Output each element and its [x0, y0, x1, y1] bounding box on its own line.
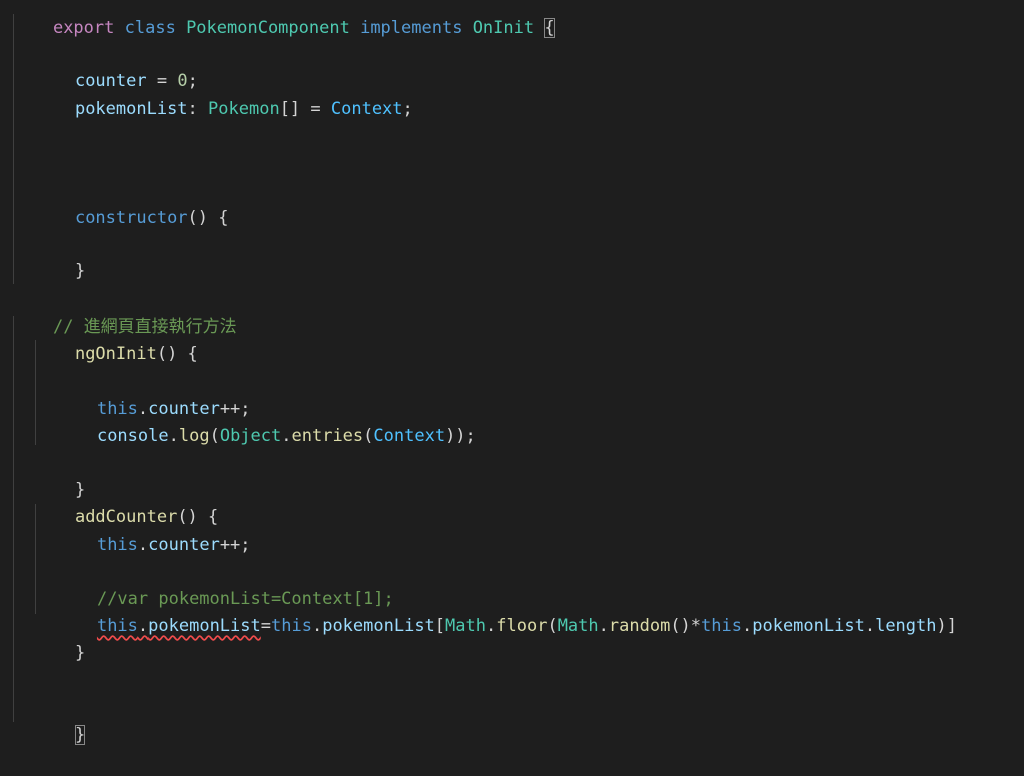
code-line-init-console[interactable]: console.log(Object.entries(Context)); — [56, 396, 476, 446]
token-method-name: entries — [291, 426, 364, 446]
token-keyword: implements — [360, 18, 463, 38]
token-variable: Context — [373, 426, 446, 446]
code-line-assign-list[interactable]: this.pokemonList=this.pokemonList[Math.f… — [56, 586, 957, 636]
token-method-name: ngOnInit — [74, 344, 157, 364]
code-line-ngoninit-close[interactable]: } — [34, 450, 85, 500]
token-property: pokemonList — [148, 616, 261, 636]
token-keyword: this — [96, 535, 138, 555]
token-keyword: export — [52, 18, 115, 38]
error-squiggle[interactable]: this.pokemonList — [97, 616, 261, 636]
code-line-ngoninit[interactable]: ngOnInit() { — [34, 314, 198, 364]
token-type: Pokemon — [208, 99, 280, 119]
code-line-class-close[interactable]: } — [34, 695, 86, 745]
code-line-counter[interactable]: counter = 0; — [34, 41, 198, 91]
token-variable: Context — [330, 99, 403, 119]
token-class-name: Math — [557, 616, 599, 636]
token-property: pokemonList — [322, 616, 435, 636]
code-line-add-this-counter[interactable]: this.counter++; — [56, 505, 251, 555]
token-keyword: constructor — [74, 208, 188, 228]
code-line-comment-var[interactable]: //var pokemonList=Context[1]; — [56, 559, 394, 609]
token-method-name: floor — [496, 616, 548, 636]
token-interface-name: OnInit — [472, 18, 535, 38]
token-class-name: Math — [445, 616, 486, 636]
code-line-addcounter-close[interactable]: } — [34, 613, 85, 663]
token-property: length — [875, 616, 937, 636]
code-line-constructor[interactable]: constructor() { — [34, 178, 229, 228]
code-line-pokemon-list[interactable]: pokemonList: Pokemon[] = Context; — [34, 69, 413, 119]
code-line-init-this-counter[interactable]: this.counter++; — [56, 369, 251, 419]
code-editor[interactable]: export class PokemonComponent implements… — [0, 0, 1024, 745]
token-property: counter — [148, 535, 220, 555]
indent-guide — [13, 316, 14, 722]
token-keyword: this — [701, 616, 742, 636]
token-keyword: class — [124, 18, 176, 38]
token-class-name: PokemonComponent — [186, 18, 350, 38]
token-property: pokemonList — [74, 99, 188, 119]
token-keyword: this — [271, 616, 312, 636]
token-class-name: Object — [219, 426, 282, 446]
token-variable: console — [96, 426, 169, 446]
code-line-addcounter[interactable]: addCounter() { — [34, 477, 218, 527]
token-property: pokemonList — [752, 616, 865, 636]
token-method-name: log — [178, 426, 210, 446]
token-brace-matched: { — [544, 18, 555, 38]
code-line-constructor-close[interactable]: } — [34, 231, 85, 281]
token-method-name: random — [608, 616, 671, 636]
code-line-comment-init[interactable]: // 進網頁直接執行方法 — [12, 287, 237, 337]
token-keyword: this — [96, 616, 138, 636]
token-brace-matched: } — [74, 725, 86, 745]
code-line-class-decl[interactable]: export class PokemonComponent implements… — [12, 0, 555, 38]
